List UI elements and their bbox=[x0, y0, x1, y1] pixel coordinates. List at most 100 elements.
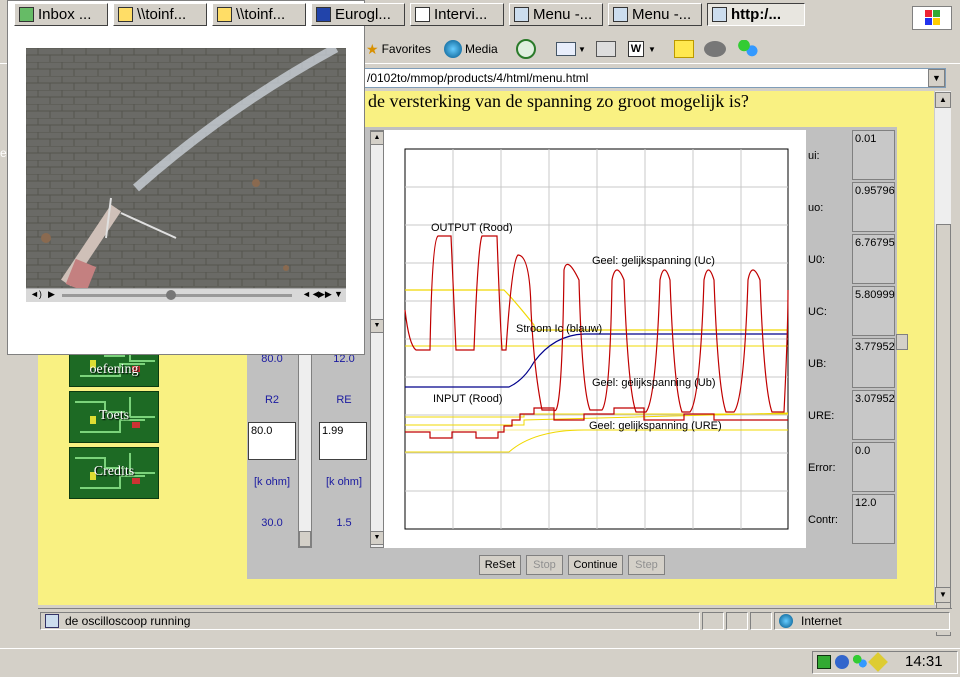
continue-button[interactable]: Continue bbox=[568, 555, 623, 575]
address-dropdown-icon[interactable]: ▼ bbox=[928, 69, 945, 87]
oscilloscope-screen bbox=[404, 148, 789, 530]
scroll-thumb[interactable] bbox=[936, 224, 951, 636]
status-text-cell: de oscilloscoop running bbox=[40, 612, 700, 630]
step-button[interactable]: Step bbox=[628, 555, 665, 575]
page-icon bbox=[45, 614, 59, 628]
re-unit: [k ohm] bbox=[325, 476, 363, 488]
video-frame[interactable] bbox=[26, 48, 346, 288]
readout-label-uc: UC: bbox=[808, 306, 827, 318]
taskbar-item-menu-2[interactable]: Menu -... bbox=[608, 3, 702, 26]
status-text: de oscilloscoop running bbox=[65, 614, 191, 628]
zone-text: Internet bbox=[801, 614, 842, 628]
address-input[interactable]: /0102to/mmop/products/4/html/menu.html bbox=[362, 68, 946, 88]
edit-button[interactable]: W ▼ bbox=[628, 38, 656, 60]
mail-button[interactable]: ▼ bbox=[556, 38, 586, 60]
play-icon[interactable]: ▶ bbox=[48, 289, 55, 300]
taskbar-item-intervi[interactable]: Intervi... bbox=[410, 3, 504, 26]
media-button[interactable]: Media bbox=[444, 38, 498, 60]
printer-icon bbox=[596, 41, 616, 57]
tray-globe-icon[interactable] bbox=[835, 655, 849, 669]
ie-icon bbox=[712, 7, 727, 22]
tray-network-icon[interactable] bbox=[817, 655, 831, 669]
task-label: Menu -... bbox=[533, 6, 593, 23]
r2-value-field[interactable]: 80.0 bbox=[248, 422, 296, 460]
taskbar-item-inbox[interactable]: Inbox ... bbox=[14, 3, 108, 26]
ure-label: Geel: gelijkspanning (URE) bbox=[589, 420, 722, 432]
applet-scroll-down-icon[interactable]: ▼ bbox=[370, 319, 384, 333]
taskbar-item-eurogl[interactable]: Eurogl... bbox=[311, 3, 405, 26]
edit-dropdown-icon[interactable]: ▼ bbox=[648, 45, 656, 54]
applet-scroll-down2-icon[interactable]: ▼ bbox=[370, 531, 384, 545]
taskbar-item-folder-2[interactable]: \\toinf... bbox=[212, 3, 306, 26]
readout-value-contr: 12.0 bbox=[852, 494, 895, 544]
app-icon bbox=[316, 7, 331, 22]
scroll-up-icon[interactable]: ▲ bbox=[935, 92, 951, 108]
discuss-icon bbox=[704, 41, 726, 57]
scroll-down-icon[interactable]: ▼ bbox=[935, 587, 951, 603]
question-text: de versterking van de spanning zo groot … bbox=[368, 91, 749, 111]
app-icon bbox=[19, 7, 34, 22]
applet-scrollbar[interactable]: ▲ ▼ ▼ bbox=[370, 130, 384, 548]
next-icon[interactable]: ▶▶ bbox=[318, 289, 332, 300]
re-value-field[interactable]: 1.99 bbox=[319, 422, 367, 460]
video-menu-icon[interactable]: ▼ bbox=[334, 289, 343, 299]
stop-button[interactable]: Stop bbox=[526, 555, 563, 575]
uc-label: Geel: gelijkspanning (Uc) bbox=[592, 255, 715, 267]
task-label: \\toinf... bbox=[236, 6, 286, 23]
readout-value-ub: 3.77952 bbox=[852, 338, 895, 388]
favorites-star-icon: ★ bbox=[366, 40, 379, 57]
favorites-label: Favorites bbox=[381, 42, 431, 56]
print-button[interactable] bbox=[596, 38, 616, 60]
applet-scroll-up-icon[interactable]: ▲ bbox=[370, 131, 384, 145]
readout-value-error: 0.0 bbox=[852, 442, 895, 492]
status-cell-1 bbox=[702, 612, 724, 630]
readout-value-u0: 6.76795 bbox=[852, 234, 895, 284]
page-scrollbar[interactable]: ▲ ▼ bbox=[934, 91, 951, 636]
favorites-button[interactable]: ★ Favorites bbox=[366, 38, 431, 60]
menu-tile-toets[interactable]: Toets bbox=[69, 391, 159, 443]
readout-label-ure: URE: bbox=[808, 410, 835, 422]
mail-dropdown-icon[interactable]: ▼ bbox=[578, 45, 586, 54]
messenger-button[interactable] bbox=[738, 38, 758, 60]
volume-icon[interactable]: ◄) bbox=[30, 289, 42, 299]
video-seek-bar[interactable] bbox=[62, 290, 292, 300]
history-button[interactable] bbox=[516, 38, 536, 60]
task-label: http:/... bbox=[731, 6, 781, 23]
readout-label-contr: Contr: bbox=[808, 514, 838, 526]
input-label: INPUT (Rood) bbox=[433, 393, 503, 405]
media-globe-icon bbox=[444, 40, 462, 58]
re-min-label: 1.5 bbox=[336, 517, 352, 529]
r2-slider[interactable] bbox=[298, 350, 312, 548]
readout-value-uo: 0.95796 bbox=[852, 182, 895, 232]
clock: 14:31 bbox=[905, 653, 943, 670]
re-name: RE bbox=[336, 394, 352, 406]
task-label: \\toinf... bbox=[137, 6, 187, 23]
menu-tile-credits[interactable]: Credits bbox=[69, 447, 159, 499]
ie-icon bbox=[514, 7, 529, 22]
discuss-button[interactable] bbox=[704, 38, 726, 60]
internet-globe-icon bbox=[779, 614, 793, 628]
menu-item-label: oefening bbox=[89, 362, 139, 377]
readout-label-u0: U0: bbox=[808, 254, 826, 266]
tray-tool-icon[interactable] bbox=[868, 652, 888, 672]
video-seek-thumb[interactable] bbox=[166, 290, 176, 300]
media-label: Media bbox=[465, 42, 498, 56]
tray-messenger-icon[interactable] bbox=[853, 655, 867, 669]
taskbar-item-folder-1[interactable]: \\toinf... bbox=[113, 3, 207, 26]
output-label: OUTPUT (Rood) bbox=[431, 222, 513, 234]
readout-label-ui: ui: bbox=[808, 150, 820, 162]
r2-unit: [k ohm] bbox=[253, 476, 291, 488]
taskbar-item-http[interactable]: http:/... bbox=[707, 3, 805, 26]
taskbar-item-menu-1[interactable]: Menu -... bbox=[509, 3, 603, 26]
readout-value-ure: 3.07952 bbox=[852, 390, 895, 440]
video-image bbox=[26, 48, 346, 288]
mail-icon bbox=[556, 42, 576, 56]
status-bar: de oscilloscoop running Internet bbox=[38, 608, 952, 632]
r2-slider-thumb[interactable] bbox=[299, 531, 311, 547]
status-cell-2 bbox=[726, 612, 748, 630]
task-label: Intervi... bbox=[434, 6, 488, 23]
reset-button[interactable]: ReSet bbox=[479, 555, 521, 575]
note-button[interactable] bbox=[674, 38, 694, 60]
task-label: Inbox ... bbox=[38, 6, 92, 23]
readout-scroll-handle[interactable] bbox=[896, 334, 908, 350]
